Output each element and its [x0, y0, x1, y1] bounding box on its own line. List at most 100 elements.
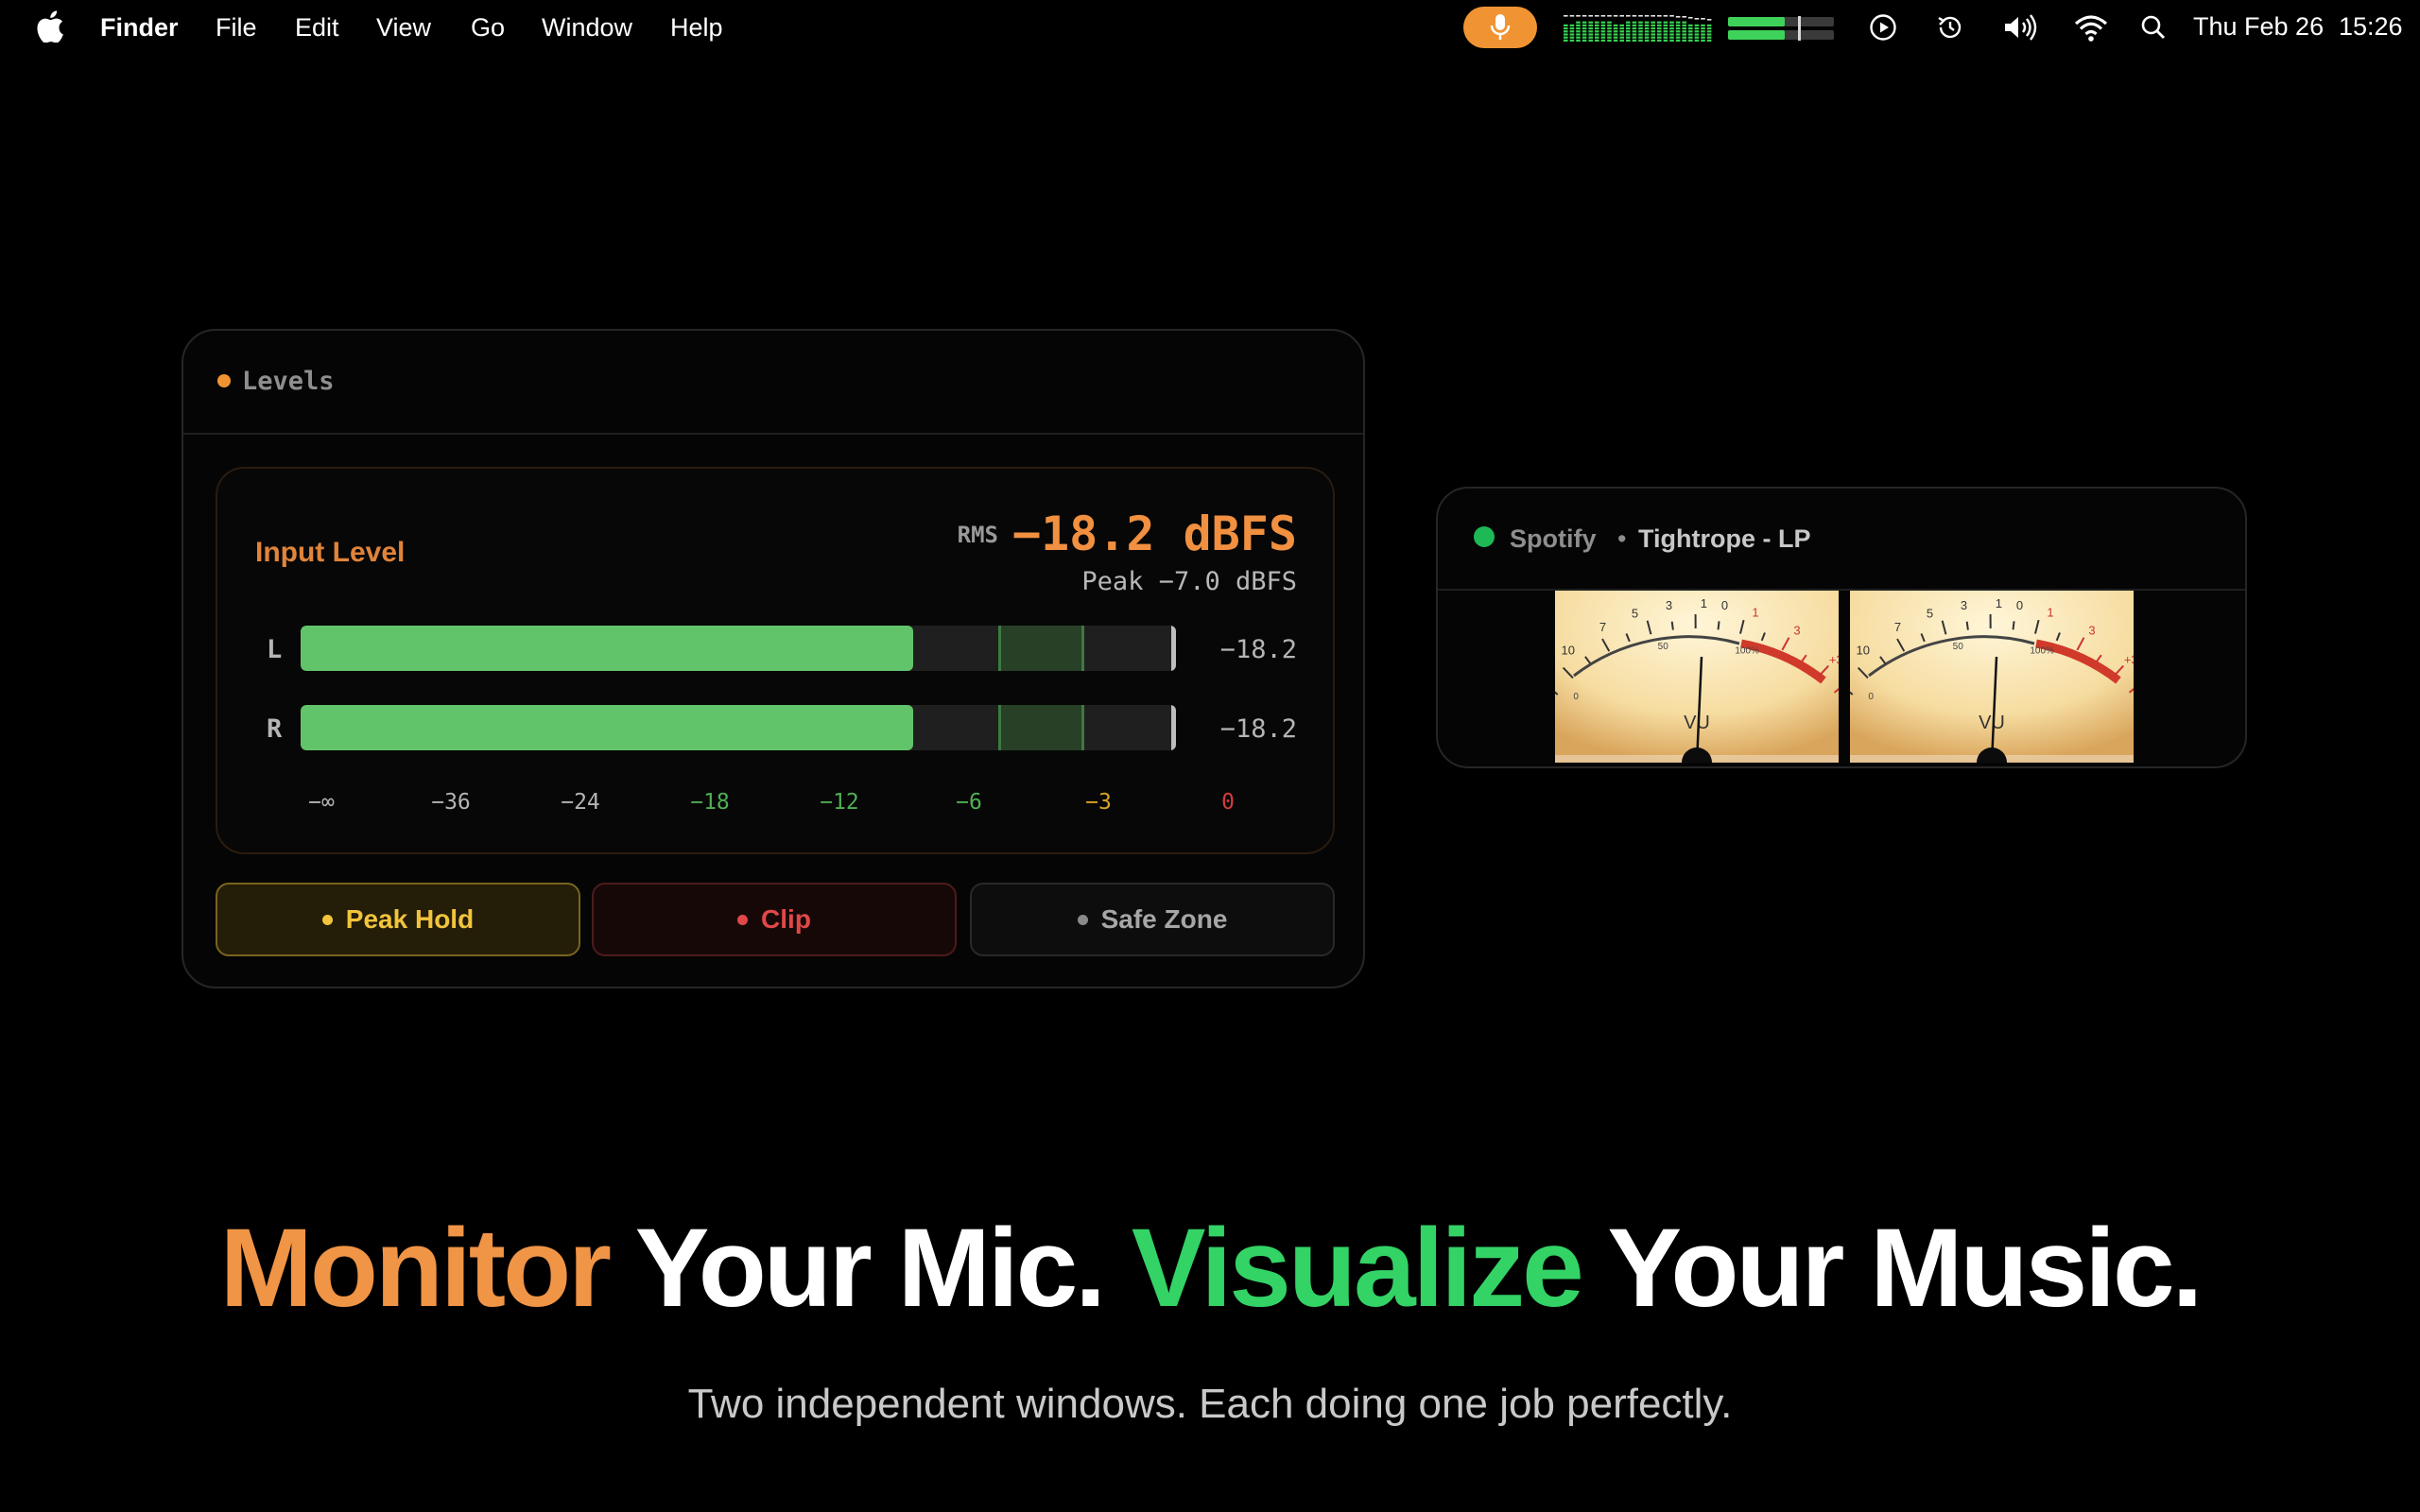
mic-status-button[interactable] [1463, 7, 1537, 48]
vu-scale-label: 3 [1961, 598, 1967, 612]
vu-scale-label: 7 [1894, 620, 1901, 634]
spotify-icon [1474, 526, 1495, 547]
eq-segment [1706, 27, 1712, 30]
channel-right-meter [301, 705, 1176, 750]
channel-right-label: R [267, 714, 283, 744]
eq-segment [1644, 30, 1650, 33]
scale-tick: −12 [820, 790, 859, 815]
channel-left-fill [301, 626, 914, 671]
eq-segment [1644, 39, 1650, 42]
vu-scale-label: 7 [1599, 620, 1606, 634]
vu-tick [2012, 621, 2015, 630]
peak-hold-button[interactable]: Peak Hold [216, 883, 580, 956]
menubar-date[interactable]: Thu Feb 26 [2193, 12, 2324, 42]
clip-button[interactable]: Clip [592, 883, 957, 956]
search-icon[interactable] [2140, 12, 2167, 43]
eq-segment [1651, 21, 1655, 24]
menubar-time[interactable]: 15:26 [2339, 12, 2403, 42]
eq-segment [1607, 21, 1612, 24]
eq-segment [1600, 21, 1606, 24]
eq-segment [1600, 27, 1606, 30]
vu-scale-label: 1 [1752, 605, 1758, 619]
microphone-icon [1490, 14, 1511, 40]
eq-segment [1694, 33, 1700, 36]
eq-segment [1569, 36, 1575, 39]
eq-segment [1638, 27, 1643, 30]
menu-edit[interactable]: Edit [295, 13, 339, 42]
play-circle-icon[interactable] [1868, 12, 1898, 43]
eq-segment [1663, 33, 1668, 36]
menu-window[interactable]: Window [542, 13, 632, 42]
eq-segment [1576, 27, 1581, 30]
eq-peak-cap [1632, 15, 1637, 17]
time-machine-icon[interactable] [1935, 12, 1965, 43]
scale-tick: −3 [1085, 790, 1112, 815]
eq-peak-cap [1619, 15, 1624, 17]
vu-label: VU [1979, 713, 2005, 733]
eq-segment [1582, 30, 1587, 33]
level-meter-icon[interactable] [1728, 16, 1834, 41]
peak-readout: Peak −7.0 dBFS [1081, 567, 1297, 596]
vu-percent-label: 0 [1868, 692, 1874, 702]
eq-segment [1632, 39, 1637, 42]
eq-segment [1632, 21, 1637, 24]
eq-segment [1595, 33, 1599, 36]
menu-view[interactable]: View [376, 13, 431, 42]
headline-your-music: Your Music. [1607, 1206, 2203, 1331]
safe-zone-indicator [1077, 914, 1088, 925]
menu-file[interactable]: File [216, 13, 257, 42]
eq-peak-cap [1576, 15, 1581, 17]
eq-segment [1694, 36, 1700, 39]
eq-segment [1657, 30, 1662, 33]
eq-segment [1638, 30, 1643, 33]
eq-segment [1613, 36, 1618, 39]
input-level-label: Input Level [255, 537, 406, 568]
eq-segment [1632, 36, 1637, 39]
eq-peak-cap [1706, 19, 1712, 21]
eq-segment [1564, 39, 1568, 42]
spotify-window[interactable]: Spotify • Tightrope - LP -20107531013+30… [1436, 487, 2247, 768]
eq-segment [1694, 27, 1700, 30]
eq-segment [1613, 33, 1618, 36]
menu-help[interactable]: Help [670, 13, 723, 42]
eq-segment [1701, 27, 1705, 30]
eq-segment [1675, 21, 1681, 24]
eq-segment [1706, 30, 1712, 33]
eq-segment [1657, 36, 1662, 39]
scale-tick: −6 [956, 790, 982, 815]
eq-segment [1657, 27, 1662, 30]
eq-segment [1595, 27, 1599, 30]
eq-segment [1582, 24, 1587, 26]
levels-window[interactable]: Levels Input Level RMS −18.2 dBFS Peak −… [182, 329, 1365, 988]
eq-peak-cap [1638, 15, 1643, 17]
eq-segment [1663, 39, 1668, 42]
vu-scale-label: 0 [2016, 598, 2023, 612]
eq-segment [1669, 30, 1674, 33]
volume-icon[interactable] [2002, 12, 2040, 43]
clip-indicator [737, 914, 749, 925]
spotify-window-header[interactable]: Spotify • Tightrope - LP [1438, 489, 2245, 591]
eq-segment [1657, 39, 1662, 42]
eq-peak-cap [1569, 15, 1575, 17]
eq-segment [1564, 24, 1568, 26]
equalizer-icon[interactable] [1562, 11, 1715, 43]
eq-segment [1564, 30, 1568, 33]
eq-segment [1626, 33, 1631, 36]
eq-segment [1582, 33, 1587, 36]
eq-segment [1644, 27, 1650, 30]
eq-segment [1582, 39, 1587, 42]
app-menu-finder[interactable]: Finder [100, 13, 179, 42]
vu-scale-label: 0 [1721, 598, 1728, 612]
eq-segment [1706, 36, 1712, 39]
hero-subtitle: Two independent windows. Each doing one … [687, 1381, 1733, 1427]
wifi-icon[interactable] [2074, 12, 2108, 43]
apple-logo-icon[interactable] [36, 10, 64, 43]
menu-go[interactable]: Go [471, 13, 505, 42]
eq-segment [1600, 36, 1606, 39]
eq-segment [1682, 21, 1686, 24]
safe-zone-button[interactable]: Safe Zone [970, 883, 1335, 956]
channel-left-value: −18.2 [1219, 635, 1297, 664]
eq-segment [1682, 36, 1686, 39]
levels-window-header[interactable]: Levels [183, 331, 1363, 435]
eq-segment [1588, 30, 1593, 33]
